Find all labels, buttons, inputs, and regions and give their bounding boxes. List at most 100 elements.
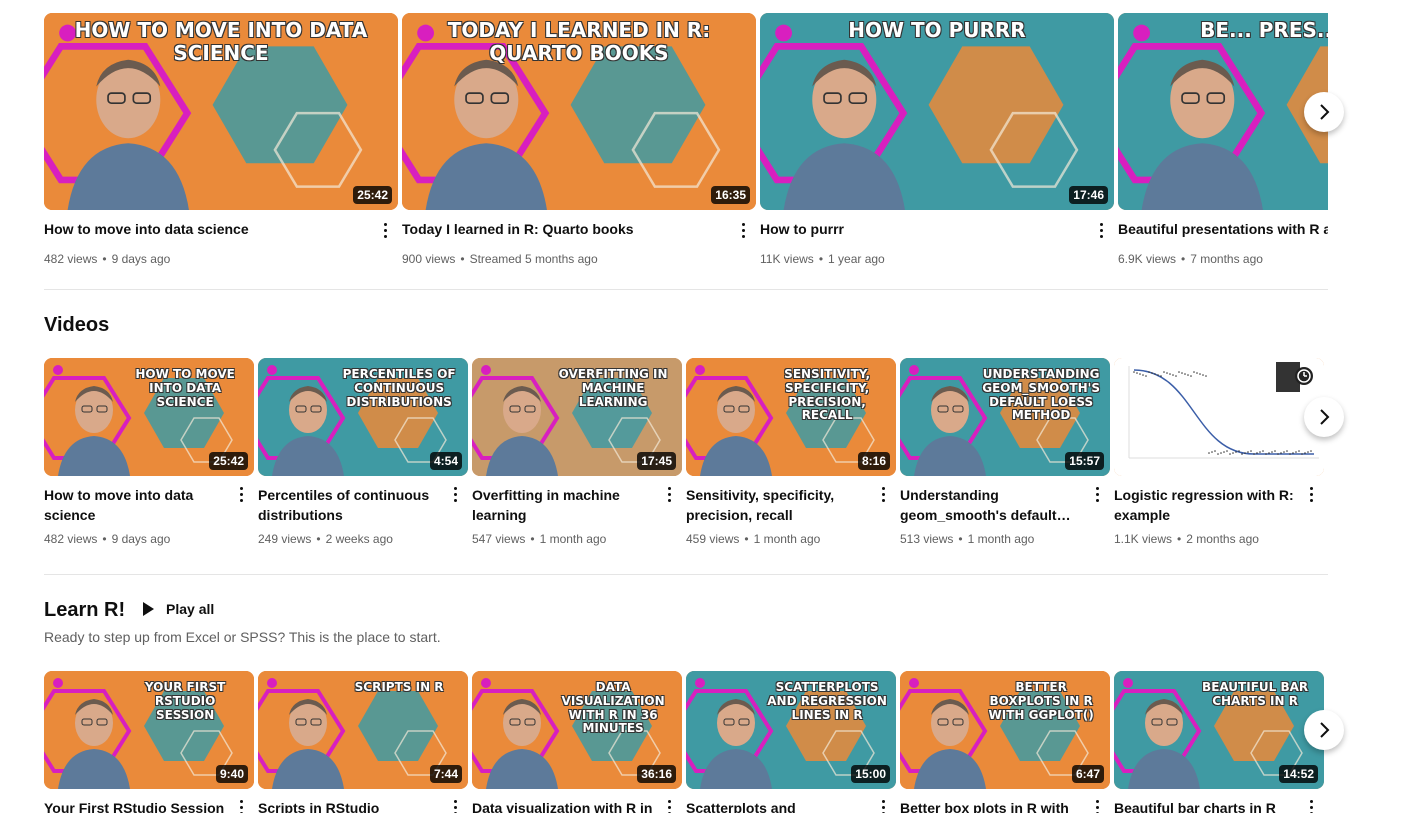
duration-badge: 15:00 [851,765,890,783]
upload-age: Streamed 5 months ago [469,252,598,266]
duration-badge: 15:57 [1065,452,1104,470]
video-thumbnail[interactable] [1114,358,1324,476]
video-title[interactable]: Your First RStudio Session [44,798,254,813]
meta-separator: • [316,532,321,546]
videos-shelf: How to move into data science 25:42 How to… [44,358,1328,558]
video-title[interactable]: How to move into data science [44,485,254,525]
video-meta: 459 views • 1 month ago [686,532,896,546]
video-title[interactable]: Understanding geom_smooth's default loes… [900,485,1110,525]
duration-badge: 36:16 [637,765,676,783]
video-card[interactable]: How to purrr 17:46 How to purrr 11K views • 1… [760,13,1114,266]
meta-separator: • [1177,532,1182,546]
thumbnail-text: Data visualization with R in 36 minutes [561,680,665,736]
video-title[interactable]: Percentiles of continuous distributions [258,485,468,525]
video-card[interactable]: Overfitting in machine learning 17:45 Over… [472,358,682,546]
more-vert-icon[interactable] [446,482,464,506]
video-title[interactable]: Logistic regression with R: example [1114,485,1324,525]
video-thumbnail[interactable]: Your first RStudio session 9:40 [44,671,254,789]
video-thumbnail[interactable]: Data visualization with R in 36 minutes 3… [472,671,682,789]
video-meta: 482 views • 9 days ago [44,532,254,546]
section-title-learn-r[interactable]: Learn R! [44,599,125,622]
more-vert-icon[interactable] [1088,482,1106,506]
video-thumbnail[interactable]: Sensitivity, specificity, precision, rec… [686,358,896,476]
view-count: 547 views [472,532,526,546]
shelf-next-button[interactable] [1304,92,1344,132]
video-card[interactable]: Your first RStudio session 9:40 Your First… [44,671,254,813]
section-title-videos[interactable]: Videos [44,314,109,337]
video-card[interactable]: How to move into data science 25:42 How to… [44,358,254,546]
more-vert-icon[interactable] [1092,218,1110,242]
more-vert-icon[interactable] [1302,482,1320,506]
video-card[interactable]: How to move into data science 25:42 How to… [44,13,398,266]
learn-r-shelf: Your first RStudio session 9:40 Your First… [44,671,1328,813]
video-title[interactable]: Scatterplots and regression [686,798,896,813]
more-vert-icon[interactable] [232,795,250,813]
video-title[interactable]: Better box plots in R with [900,798,1110,813]
video-card[interactable]: Today I learned in R: Quarto Books 16:35 T… [402,13,756,266]
video-title[interactable]: Beautiful presentations with R and [1118,219,1328,239]
video-title[interactable]: Sensitivity, specificity, precision, rec… [686,485,896,525]
learn-next-button[interactable] [1304,710,1344,750]
video-meta: 11K views • 1 year ago [760,252,1114,266]
duration-badge: 14:52 [1279,765,1318,783]
more-vert-icon[interactable] [446,795,464,813]
video-title[interactable]: Data visualization with R in [472,798,682,813]
videos-next-button[interactable] [1304,397,1344,437]
video-card[interactable]: Beautiful bar charts in R 14:52 Beautiful … [1114,671,1324,813]
video-card[interactable]: Sensitivity, specificity, precision, rec… [686,358,896,546]
video-thumbnail[interactable]: Scatterplots and regression lines in R 15… [686,671,896,789]
video-thumbnail[interactable]: Understanding geom_smooth's default loes… [900,358,1110,476]
play-all-label: Play all [166,601,215,617]
video-title[interactable]: Today I learned in R: Quarto books [402,219,756,239]
more-vert-icon[interactable] [1302,795,1320,813]
video-card[interactable]: Scatterplots and regression lines in R 15… [686,671,896,813]
more-vert-icon[interactable] [660,482,678,506]
video-card[interactable]: Logistic regression with R: example 1.1K … [1114,358,1324,546]
more-vert-icon[interactable] [1088,795,1106,813]
duration-badge: 9:40 [215,765,248,783]
video-thumbnail[interactable]: Today I learned in R: Quarto Books 16:35 [402,13,756,210]
video-thumbnail[interactable]: Scripts in R 7:44 [258,671,468,789]
video-card[interactable]: Be... pres... w... Beautiful presentation… [1118,13,1328,266]
video-title[interactable]: How to move into data science [44,219,398,239]
play-all-button[interactable]: Play all [140,601,214,617]
video-thumbnail[interactable]: Overfitting in machine learning 17:45 [472,358,682,476]
video-title[interactable]: How to purrr [760,219,1114,239]
video-meta: 249 views • 2 weeks ago [258,532,468,546]
more-vert-icon[interactable] [660,795,678,813]
video-meta: 482 views • 9 days ago [44,252,398,266]
video-title[interactable]: Overfitting in machine learning [472,485,682,525]
video-card[interactable]: Data visualization with R in 36 minutes 3… [472,671,682,813]
video-thumbnail[interactable]: How to move into data science 25:42 [44,358,254,476]
thumbnail-text: How to move into data science [135,367,235,409]
video-thumbnail[interactable]: How to purrr 17:46 [760,13,1114,210]
more-vert-icon[interactable] [874,795,892,813]
duration-badge: 17:46 [1069,186,1108,204]
upload-age: 9 days ago [111,252,171,266]
view-count: 11K views [760,252,814,266]
thumbnail-art [1118,13,1328,210]
more-vert-icon[interactable] [376,218,394,242]
video-card[interactable]: Percentiles of continuous distributions 4… [258,358,468,546]
duration-badge: 25:42 [209,452,248,470]
video-thumbnail[interactable]: Percentiles of continuous distributions 4… [258,358,468,476]
video-card[interactable]: Understanding geom_smooth's default loes… [900,358,1110,546]
video-title[interactable]: Beautiful bar charts in R [1114,798,1324,813]
video-thumbnail[interactable]: Be... pres... w... [1118,13,1328,210]
video-card[interactable]: Better boxplots in R with ggplot() 6:47 Be… [900,671,1110,813]
more-vert-icon[interactable] [232,482,250,506]
video-card[interactable]: Scripts in R 7:44 Scripts in RStudio [258,671,468,813]
video-thumbnail[interactable]: Beautiful bar charts in R 14:52 [1114,671,1324,789]
video-thumbnail[interactable]: Better boxplots in R with ggplot() 6:47 [900,671,1110,789]
thumbnail-text: Your first RStudio session [144,680,226,722]
thumbnail-art [1114,358,1324,476]
play-icon [143,602,154,616]
view-count: 6.9K views [1118,252,1177,266]
more-vert-icon[interactable] [734,218,752,242]
video-thumbnail[interactable]: How to move into data science 25:42 [44,13,398,210]
more-vert-icon[interactable] [874,482,892,506]
view-count: 249 views [258,532,312,546]
video-title[interactable]: Scripts in RStudio [258,798,468,813]
video-meta: 547 views • 1 month ago [472,532,682,546]
meta-separator: • [102,532,107,546]
